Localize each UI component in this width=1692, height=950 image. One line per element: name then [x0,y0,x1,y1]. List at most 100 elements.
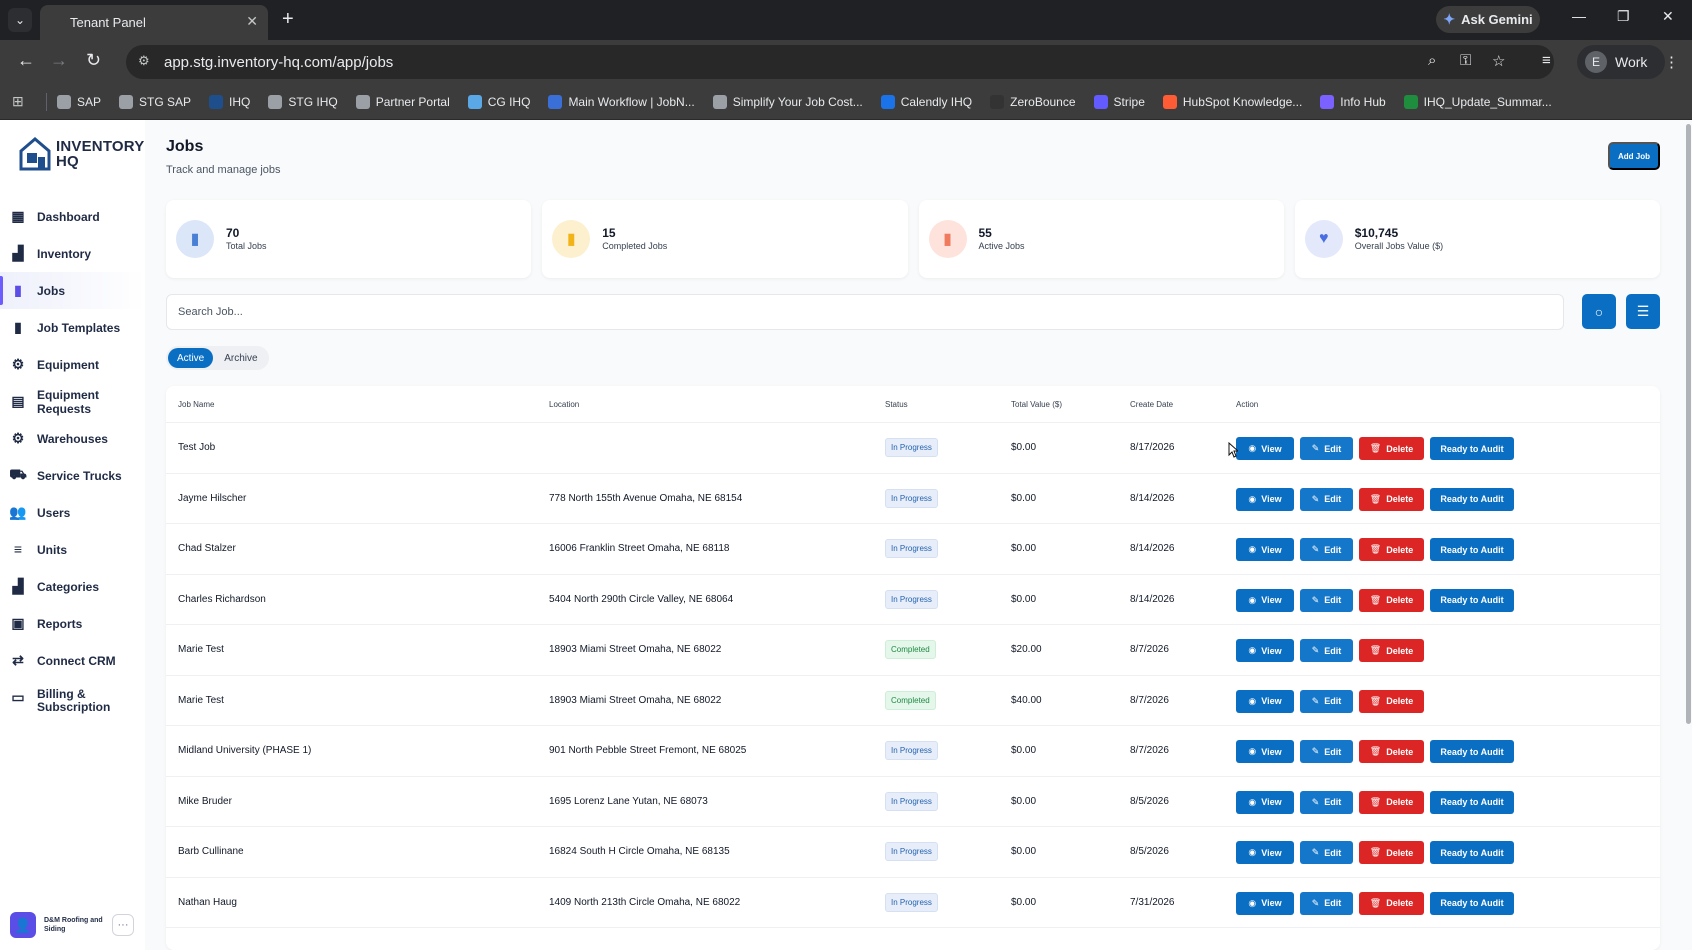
search-input[interactable] [166,294,1564,330]
edit-button[interactable]: ✎ Edit [1300,891,1353,915]
edit-button[interactable]: ✎ Edit [1300,538,1353,561]
delete-button[interactable]: 🗑 Delete [1359,437,1424,460]
new-tab-icon[interactable]: + [282,8,294,31]
site-info-icon[interactable]: ⚙ [138,53,150,69]
address-bar[interactable]: app.stg.inventory-hq.com/app/jobs [126,45,1554,79]
sidebar-item-dashboard[interactable]: ▦ Dashboard [0,198,145,235]
bookmark-item[interactable]: Simplify Your Job Cost... [712,94,863,109]
tab-archive[interactable]: Archive [215,348,266,368]
job-name[interactable]: Jayme Hilscher [178,493,246,504]
sidebar-item-billing-subscription[interactable]: ▭ Billing & Subscription [0,679,145,723]
job-name[interactable]: Chad Stalzer [178,543,236,554]
search-button[interactable]: ○ [1582,294,1616,329]
view-button[interactable]: ◉ View [1236,588,1294,612]
delete-button[interactable]: 🗑 Delete [1359,538,1424,561]
minimize-icon[interactable]: — [1572,8,1586,24]
bookmark-item[interactable]: IHQ [209,94,250,109]
job-name[interactable]: Test Job [178,442,215,453]
view-button[interactable]: ◉ View [1236,790,1294,814]
password-key-icon[interactable]: ⚿ [1460,52,1471,69]
bookmark-item[interactable]: HubSpot Knowledge... [1162,94,1302,109]
apps-grid-icon[interactable]: ⊞ [12,93,32,110]
ready-to-audit-button[interactable]: Ready to Audit [1430,588,1514,612]
bookmark-item[interactable]: Main Workflow | JobN... [548,94,695,109]
view-button[interactable]: ◉ View [1236,538,1294,561]
profile-button[interactable]: E Work [1577,45,1665,79]
view-button[interactable]: ◉ View [1236,437,1294,460]
edit-button[interactable]: ✎ Edit [1300,790,1353,814]
bookmark-item[interactable]: STG IHQ [268,94,338,109]
zoom-icon[interactable]: ⌕ [1428,52,1436,69]
delete-button[interactable]: 🗑 Delete [1359,891,1424,915]
browser-menu-icon[interactable]: ⋮ [1664,53,1679,71]
delete-button[interactable]: 🗑 Delete [1359,841,1424,864]
view-button[interactable]: ◉ View [1236,689,1294,713]
ready-to-audit-button[interactable]: Ready to Audit [1430,891,1514,915]
bookmark-item[interactable]: Stripe [1093,94,1145,109]
tab-search-icon[interactable]: ⌄ [8,8,32,32]
delete-button[interactable]: 🗑 Delete [1359,588,1424,612]
view-button[interactable]: ◉ View [1236,891,1294,915]
media-control-icon[interactable]: ≡ [1542,52,1551,69]
bookmark-item[interactable]: STG SAP [119,94,191,109]
browser-tab[interactable]: Tenant Panel ✕ [40,5,268,40]
bookmark-item[interactable]: SAP [57,94,101,109]
close-icon[interactable]: ✕ [246,13,258,30]
view-button[interactable]: ◉ View [1236,639,1294,662]
edit-button[interactable]: ✎ Edit [1300,689,1353,713]
bookmark-item[interactable]: IHQ_Update_Summar... [1403,94,1552,109]
job-name[interactable]: Marie Test [178,695,224,706]
sidebar-item-jobs[interactable]: ▮ Jobs [0,272,145,309]
job-name[interactable]: Mike Bruder [178,796,232,807]
ask-gemini-button[interactable]: ✦ Ask Gemini [1436,6,1540,33]
edit-button[interactable]: ✎ Edit [1300,487,1353,511]
edit-button[interactable]: ✎ Edit [1300,639,1353,662]
ready-to-audit-button[interactable]: Ready to Audit [1430,790,1514,814]
ready-to-audit-button[interactable]: Ready to Audit [1430,841,1514,864]
reload-icon[interactable]: ↻ [86,50,101,71]
sidebar-item-warehouses[interactable]: ⚙ Warehouses [0,420,145,457]
window-close-icon[interactable]: ✕ [1662,8,1674,25]
bookmark-item[interactable]: Info Hub [1320,94,1386,109]
sidebar-item-equipment[interactable]: ⚙ Equipment [0,346,145,383]
job-name[interactable]: Marie Test [178,644,224,655]
sidebar-item-equipment-requests[interactable]: ▤ Equipment Requests [0,383,145,420]
edit-button[interactable]: ✎ Edit [1300,740,1353,763]
sidebar-item-connect-crm[interactable]: ⇄ Connect CRM [0,642,145,679]
view-button[interactable]: ◉ View [1236,740,1294,763]
bookmark-star-icon[interactable]: ☆ [1492,52,1505,70]
sidebar-item-reports[interactable]: ▣ Reports [0,605,145,642]
company-switcher[interactable]: 👤 D&M Roofing and Siding ··· [10,910,135,940]
brand-logo[interactable]: INVENTORY HQ [18,136,144,172]
view-button[interactable]: ◉ View [1236,841,1294,864]
job-name[interactable]: Barb Cullinane [178,846,244,857]
sidebar-item-inventory[interactable]: ▟ Inventory [0,235,145,272]
ready-to-audit-button[interactable]: Ready to Audit [1430,487,1514,511]
delete-button[interactable]: 🗑 Delete [1359,487,1424,511]
view-button[interactable]: ◉ View [1236,487,1294,511]
page-scrollbar[interactable] [1686,124,1691,724]
bookmark-item[interactable]: Calendly IHQ [880,94,972,109]
bookmark-item[interactable]: CG IHQ [467,94,530,109]
restore-icon[interactable]: ❐ [1617,8,1630,25]
forward-icon[interactable]: → [50,50,68,71]
more-icon[interactable]: ··· [112,914,134,936]
tab-active[interactable]: Active [168,348,214,368]
sidebar-item-units[interactable]: ≡ Units [0,531,145,568]
job-name[interactable]: Nathan Haug [178,897,237,908]
delete-button[interactable]: 🗑 Delete [1359,790,1424,814]
ready-to-audit-button[interactable]: Ready to Audit [1430,437,1514,460]
edit-button[interactable]: ✎ Edit [1300,437,1353,460]
delete-button[interactable]: 🗑 Delete [1359,689,1424,713]
ready-to-audit-button[interactable]: Ready to Audit [1430,538,1514,561]
job-name[interactable]: Charles Richardson [178,594,266,605]
edit-button[interactable]: ✎ Edit [1300,841,1353,864]
delete-button[interactable]: 🗑 Delete [1359,639,1424,662]
sidebar-item-categories[interactable]: ▟ Categories [0,568,145,605]
bookmark-item[interactable]: ZeroBounce [990,94,1076,109]
sidebar-item-job-templates[interactable]: ▮ Job Templates [0,309,145,346]
ready-to-audit-button[interactable]: Ready to Audit [1430,740,1514,763]
job-name[interactable]: Midland University (PHASE 1) [178,745,311,756]
back-icon[interactable]: ← [17,50,35,71]
sidebar-item-users[interactable]: 👥 Users [0,494,145,531]
